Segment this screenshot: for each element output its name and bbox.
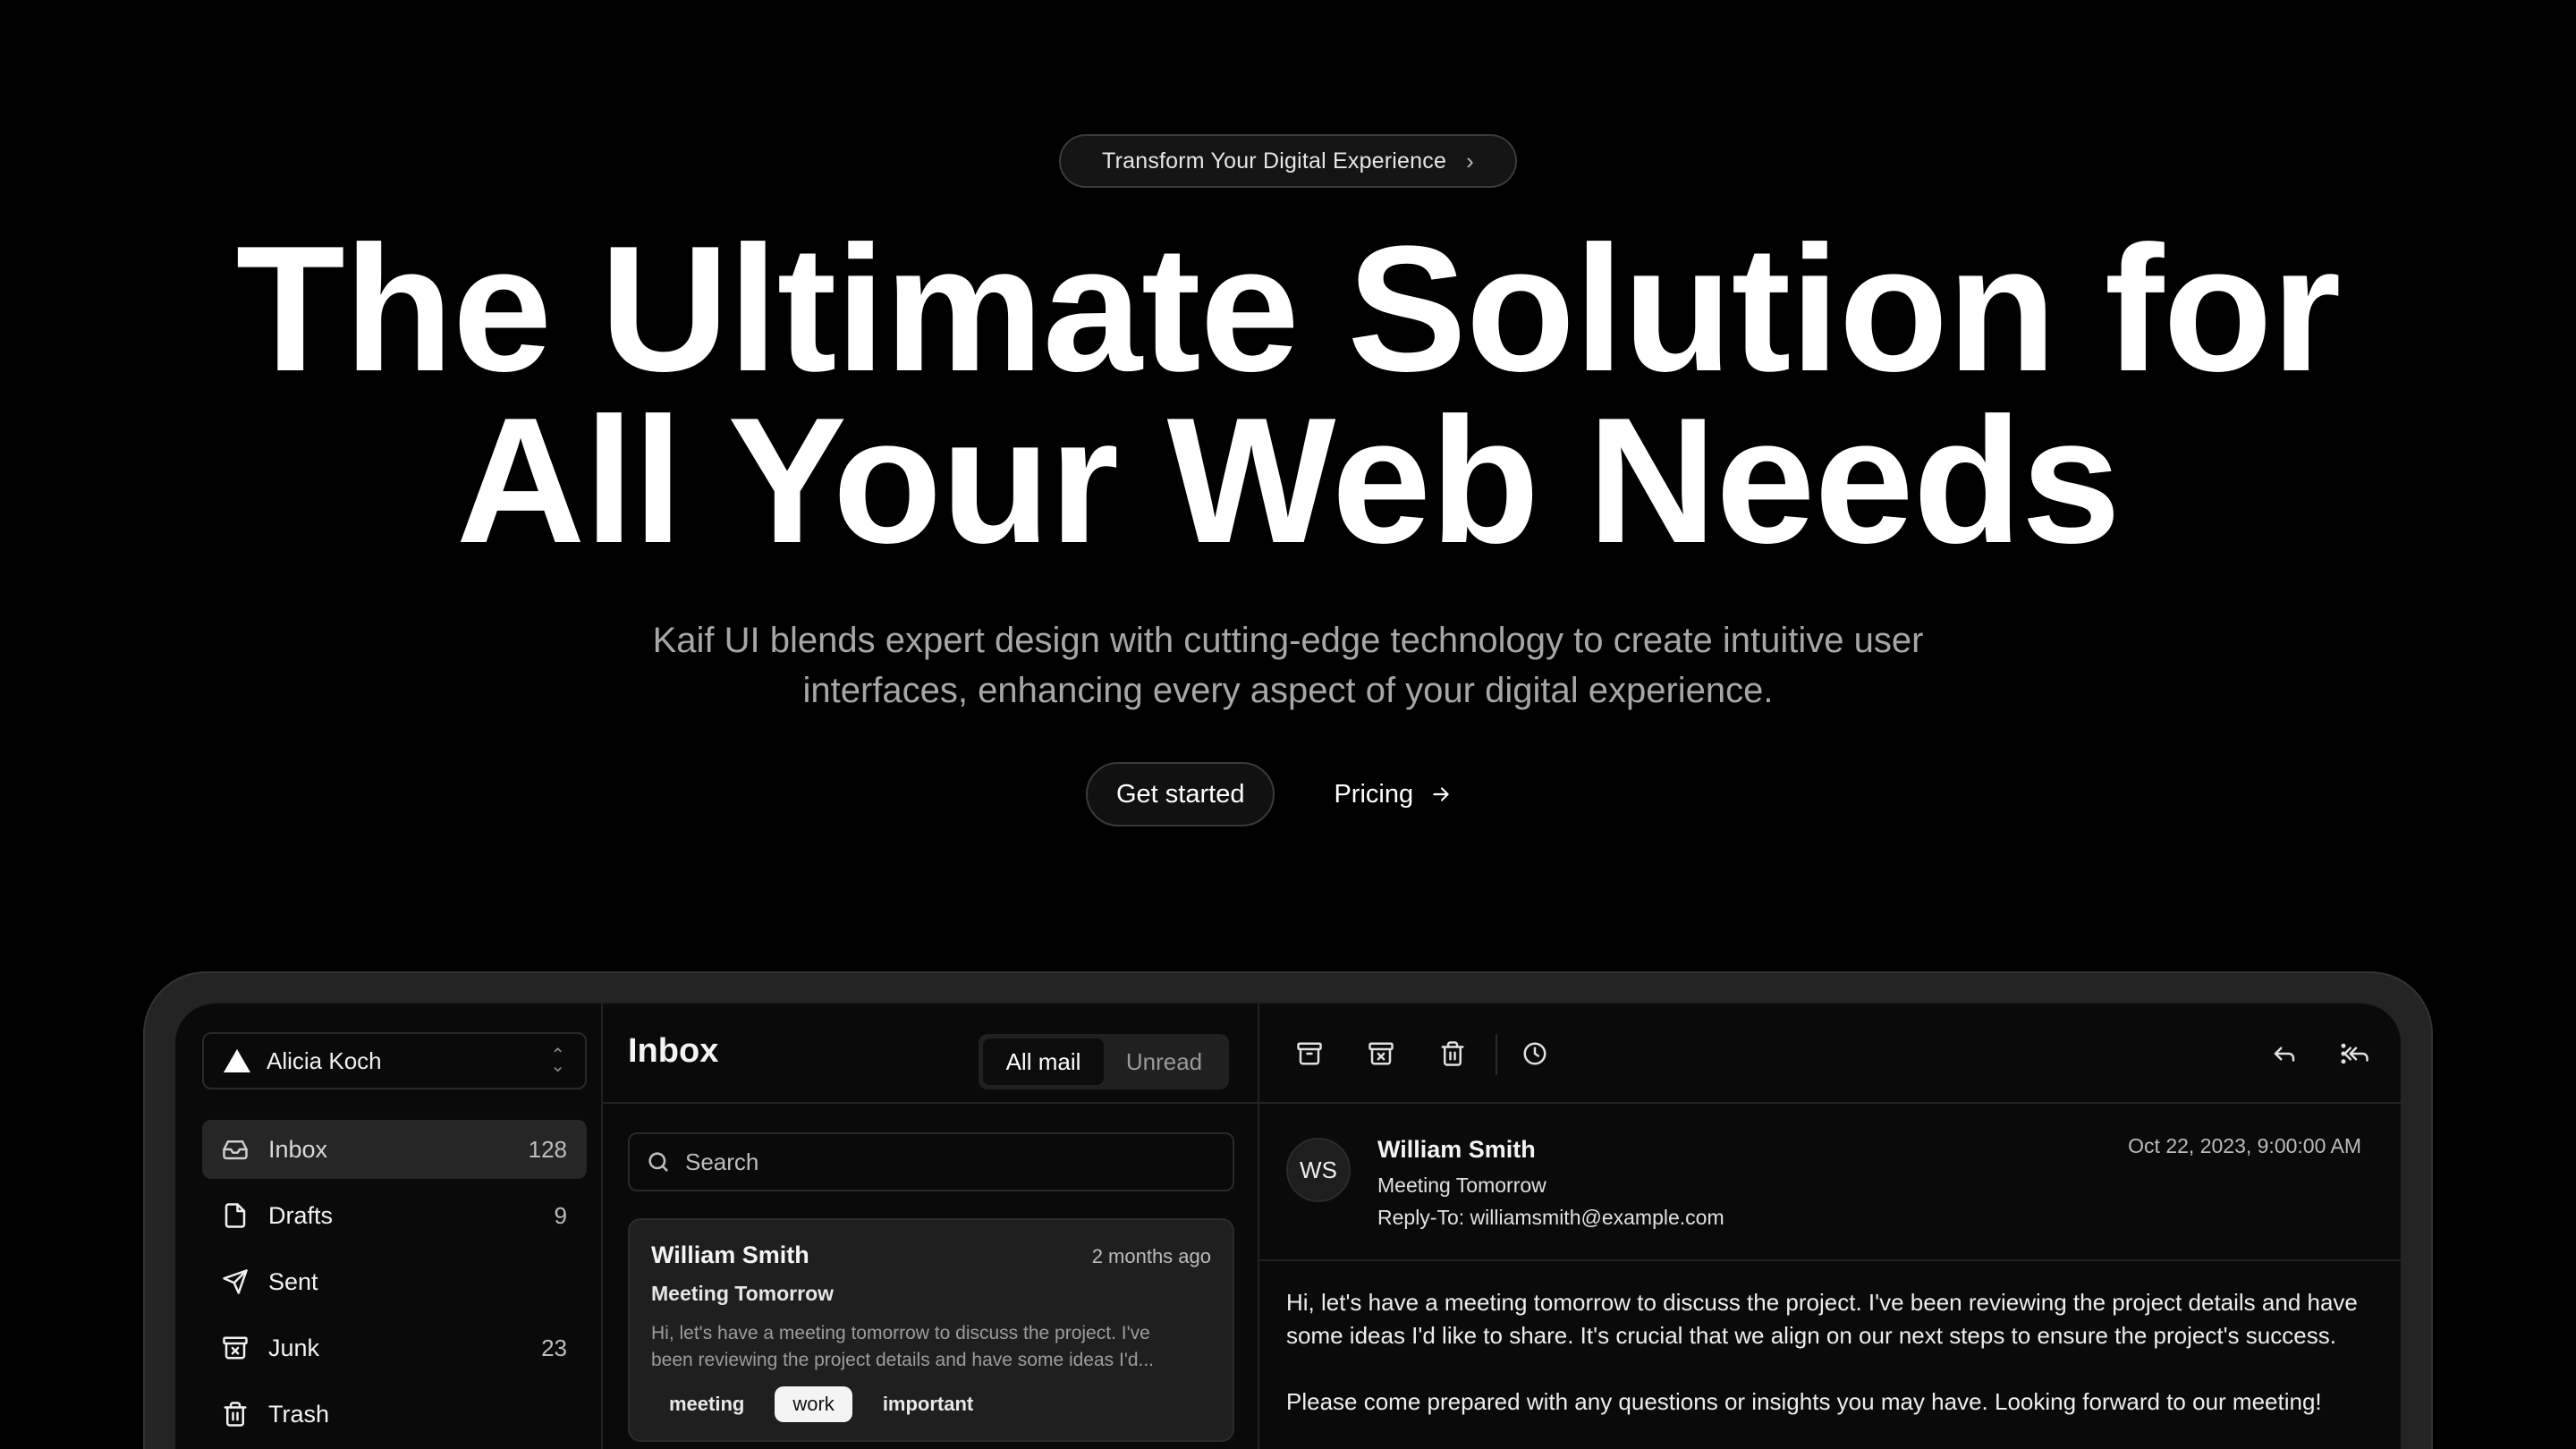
mail-sidebar: Alicia Koch ⌃ ⌄ Inbox 128 Drafts 9 Sent J… bbox=[175, 1004, 603, 1449]
message-body: Hi, let's have a meeting tomorrow to dis… bbox=[1286, 1286, 2360, 1419]
inbox-icon bbox=[223, 1140, 248, 1160]
sidebar-item-label: Junk bbox=[268, 1334, 320, 1361]
mail-tags: meeting work important bbox=[651, 1386, 1211, 1422]
sidebar-item-trash[interactable]: Trash bbox=[202, 1385, 587, 1444]
subtitle-line-2: interfaces, enhancing every aspect of yo… bbox=[802, 671, 1774, 710]
sidebar-item-label: Trash bbox=[268, 1400, 330, 1428]
chevron-right-icon: › bbox=[1466, 147, 1474, 174]
sidebar-item-inbox[interactable]: Inbox 128 bbox=[202, 1120, 587, 1179]
announcement-badge[interactable]: Transform Your Digital Experience › bbox=[1059, 134, 1517, 188]
mail-app-preview: Alicia Koch ⌃ ⌄ Inbox 128 Drafts 9 Sent J… bbox=[175, 1002, 2401, 1449]
hero-subtitle: Kaif UI blends expert design with cuttin… bbox=[0, 615, 2576, 716]
account-switcher[interactable]: Alicia Koch ⌃ ⌄ bbox=[202, 1032, 587, 1089]
clock-icon bbox=[1523, 1042, 1546, 1065]
pricing-link[interactable]: Pricing bbox=[1334, 780, 1453, 809]
message-view: WS William Smith Meeting Tomorrow Reply-… bbox=[1259, 1004, 2401, 1449]
mail-subject: Meeting Tomorrow bbox=[651, 1282, 835, 1305]
send-icon bbox=[223, 1269, 248, 1294]
trash-icon bbox=[224, 1402, 247, 1427]
file-icon bbox=[225, 1203, 246, 1228]
message-sender: William Smith bbox=[1377, 1136, 1536, 1163]
message-paragraph: Please come prepared with any questions … bbox=[1286, 1388, 2322, 1415]
get-started-button[interactable]: Get started bbox=[1086, 762, 1275, 826]
subtitle-line-1: Kaif UI blends expert design with cuttin… bbox=[652, 621, 1924, 660]
headline-line-1: The Ultimate Solution for bbox=[235, 209, 2342, 409]
toolbar-divider bbox=[1496, 1034, 1497, 1075]
account-name: Alicia Koch bbox=[267, 1046, 382, 1074]
message-date: Oct 22, 2023, 9:00:00 AM bbox=[2128, 1134, 2361, 1157]
archive-button[interactable] bbox=[1293, 1038, 1326, 1070]
reply-button[interactable] bbox=[2268, 1038, 2301, 1070]
mail-time: 2 months ago bbox=[1091, 1245, 1211, 1267]
message-toolbar bbox=[1259, 1004, 2401, 1104]
search-placeholder: Search bbox=[685, 1148, 759, 1175]
mail-sender: William Smith bbox=[651, 1241, 809, 1268]
more-vertical-icon bbox=[2341, 1043, 2346, 1064]
archive-x-icon bbox=[1368, 1042, 1394, 1065]
trash-icon bbox=[1441, 1041, 1464, 1066]
account-logo-icon bbox=[224, 1049, 250, 1072]
tab-all-mail[interactable]: All mail bbox=[983, 1038, 1104, 1085]
archive-icon bbox=[1297, 1042, 1322, 1065]
pricing-link-label: Pricing bbox=[1334, 779, 1414, 809]
archive-x-icon bbox=[223, 1336, 248, 1360]
sidebar-item-sent[interactable]: Sent bbox=[202, 1252, 587, 1311]
search-input[interactable]: Search bbox=[628, 1132, 1234, 1191]
announcement-badge-label: Transform Your Digital Experience bbox=[1102, 148, 1447, 174]
sidebar-item-count: 23 bbox=[541, 1334, 567, 1361]
avatar: WS bbox=[1286, 1138, 1351, 1202]
sidebar-item-drafts[interactable]: Drafts 9 bbox=[202, 1186, 587, 1245]
mail-list-panel: Inbox All mail Unread Search William Smi… bbox=[603, 1004, 1259, 1449]
reply-icon bbox=[2274, 1046, 2295, 1062]
hero-headline: The Ultimate Solution for All Your Web N… bbox=[0, 209, 2576, 580]
sidebar-item-count: 128 bbox=[528, 1135, 567, 1163]
message-subject: Meeting Tomorrow bbox=[1377, 1174, 1546, 1197]
tag-work[interactable]: work bbox=[775, 1386, 852, 1422]
tag-important[interactable]: important bbox=[864, 1386, 992, 1422]
move-to-junk-button[interactable] bbox=[1365, 1038, 1397, 1070]
sidebar-item-junk[interactable]: Junk 23 bbox=[202, 1318, 587, 1377]
tab-unread[interactable]: Unread bbox=[1104, 1038, 1224, 1085]
tag-meeting[interactable]: meeting bbox=[651, 1386, 763, 1422]
headline-line-2: All Your Web Needs bbox=[455, 381, 2121, 580]
mail-list-item[interactable]: William Smith 2 months ago Meeting Tomor… bbox=[628, 1218, 1234, 1442]
sidebar-item-count: 9 bbox=[554, 1201, 567, 1229]
arrow-right-icon bbox=[1433, 787, 1449, 801]
search-icon bbox=[648, 1152, 668, 1172]
mail-preview-line-2: been reviewing the project details and h… bbox=[651, 1350, 1155, 1370]
mail-filter-tabs: All mail Unread bbox=[979, 1034, 1229, 1089]
mail-list-header: Inbox All mail Unread bbox=[603, 1004, 1258, 1104]
delete-button[interactable] bbox=[1436, 1038, 1469, 1070]
sidebar-item-label: Drafts bbox=[268, 1201, 334, 1229]
mail-list-title: Inbox bbox=[628, 1032, 719, 1070]
mail-preview: Hi, let's have a meeting tomorrow to dis… bbox=[651, 1320, 1211, 1374]
more-options-button[interactable] bbox=[2327, 1038, 2360, 1070]
snooze-button[interactable] bbox=[1519, 1038, 1551, 1070]
sidebar-item-label: Inbox bbox=[268, 1135, 328, 1163]
message-reply-to: Reply-To: williamsmith@example.com bbox=[1377, 1206, 1724, 1229]
chevrons-up-down-icon: ⌃ ⌄ bbox=[550, 1046, 565, 1076]
message-paragraph: Hi, let's have a meeting tomorrow to dis… bbox=[1286, 1289, 2358, 1349]
mail-preview-line-1: Hi, let's have a meeting tomorrow to dis… bbox=[651, 1323, 1150, 1343]
sidebar-item-label: Sent bbox=[268, 1267, 318, 1295]
mail-folder-list: Inbox 128 Drafts 9 Sent Junk 23 Trash bbox=[202, 1120, 587, 1449]
cta-group: Get started Pricing bbox=[1086, 762, 1453, 826]
